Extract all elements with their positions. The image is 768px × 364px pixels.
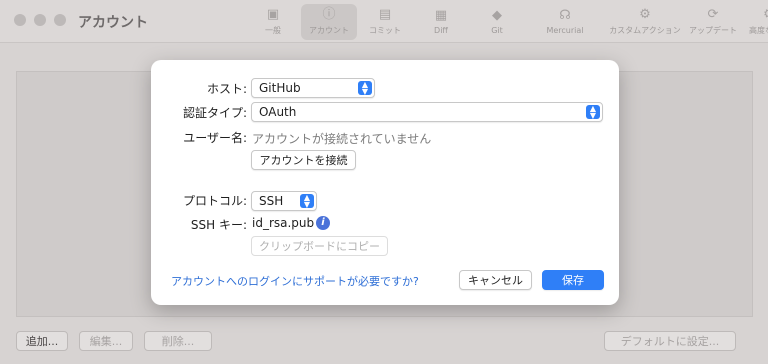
add-account-button[interactable]: 追加... xyxy=(16,331,68,351)
toolbar-item-label: アカウント xyxy=(309,26,349,35)
save-button[interactable]: 保存 xyxy=(542,270,604,290)
toolbar-item-label: アップデート xyxy=(689,26,737,35)
advanced-icon: ⚙ xyxy=(763,8,768,22)
username-value: アカウントが接続されていません xyxy=(252,132,432,146)
delete-account-button[interactable]: 削除... xyxy=(144,331,212,351)
host-select[interactable]: GitHub ▲ ▼ xyxy=(251,78,375,98)
toolbar-item-general[interactable]: ▣ 一般 xyxy=(245,4,301,40)
ssh-key-value: id_rsa.pub xyxy=(252,216,315,230)
toolbar-item-label: コミット xyxy=(369,26,401,35)
auth-type-select[interactable]: OAuth ▲ ▼ xyxy=(251,102,603,122)
window-title: アカウント xyxy=(78,15,148,31)
general-icon: ▣ xyxy=(266,7,280,22)
ssh-key-label: SSH キー: xyxy=(190,218,247,232)
chevron-updown-icon: ▲ ▼ xyxy=(586,105,600,120)
title-bar: アカウント ▣ 一般 ⓘ アカウント ▤ コミット ▦ Diff ◆ Git ☊ Mercurial ⚙… xyxy=(0,0,768,43)
preferences-toolbar: ▣ 一般 ⓘ アカウント ▤ コミット ▦ Diff ◆ Git ☊ Mercurial ⚙ カスタムアク… xyxy=(245,4,768,40)
set-default-button[interactable]: デフォルトに設定... xyxy=(604,331,736,351)
git-icon: ◆ xyxy=(492,8,502,23)
close-window-button[interactable] xyxy=(14,14,26,26)
host-select-value: GitHub xyxy=(259,81,301,95)
toolbar-item-mercurial[interactable]: ☊ Mercurial xyxy=(525,4,605,40)
toolbar-item-label: Diff xyxy=(434,26,448,35)
copy-to-clipboard-button[interactable]: クリップボードにコピー xyxy=(251,236,388,256)
minimize-window-button[interactable] xyxy=(34,14,46,26)
auth-type-label: 認証タイプ: xyxy=(182,106,247,120)
protocol-select-value: SSH xyxy=(259,194,284,208)
toolbar-item-diff[interactable]: ▦ Diff xyxy=(413,4,469,40)
toolbar-item-account[interactable]: ⓘ アカウント xyxy=(301,4,357,40)
mercurial-icon: ☊ xyxy=(559,8,571,23)
username-label: ユーザー名: xyxy=(183,131,247,145)
toolbar-item-label: カスタムアクション xyxy=(609,26,681,35)
account-icon: ⓘ xyxy=(322,7,336,22)
protocol-select[interactable]: SSH ▲ ▼ xyxy=(251,191,317,211)
toolbar-item-commit[interactable]: ▤ コミット xyxy=(357,4,413,40)
diff-icon: ▦ xyxy=(434,8,448,23)
custom-action-icon: ⚙ xyxy=(639,7,651,22)
info-icon[interactable]: i xyxy=(316,216,330,230)
toolbar-item-custom-action[interactable]: ⚙ カスタムアクション xyxy=(605,4,685,40)
account-dialog: ホスト: GitHub ▲ ▼ 認証タイプ: OAuth ▲ ▼ ユーザー名: アカ… xyxy=(151,60,619,305)
toolbar-item-label: 高度な設定 xyxy=(749,26,768,35)
toolbar-item-label: Mercurial xyxy=(546,26,584,35)
cancel-button[interactable]: キャンセル xyxy=(459,270,532,290)
chevron-updown-icon: ▲ ▼ xyxy=(358,81,372,96)
commit-icon: ▤ xyxy=(378,7,392,22)
protocol-label: プロトコル: xyxy=(182,194,247,208)
toolbar-item-advanced[interactable]: ⚙ 高度な設定 xyxy=(741,4,768,40)
window-controls xyxy=(14,14,66,26)
auth-type-select-value: OAuth xyxy=(259,105,297,119)
toolbar-item-label: 一般 xyxy=(265,26,281,35)
login-help-link[interactable]: アカウントへのログインにサポートが必要ですか? xyxy=(171,273,419,289)
host-label: ホスト: xyxy=(206,82,247,96)
zoom-window-button[interactable] xyxy=(54,14,66,26)
chevron-updown-icon: ▲ ▼ xyxy=(300,194,314,209)
toolbar-item-update[interactable]: ⟳ アップデート xyxy=(685,4,741,40)
toolbar-item-label: Git xyxy=(491,26,503,35)
update-icon: ⟳ xyxy=(707,7,719,22)
toolbar-item-git[interactable]: ◆ Git xyxy=(469,4,525,40)
connect-account-button[interactable]: アカウントを接続 xyxy=(251,150,356,170)
edit-account-button[interactable]: 編集... xyxy=(79,331,133,351)
